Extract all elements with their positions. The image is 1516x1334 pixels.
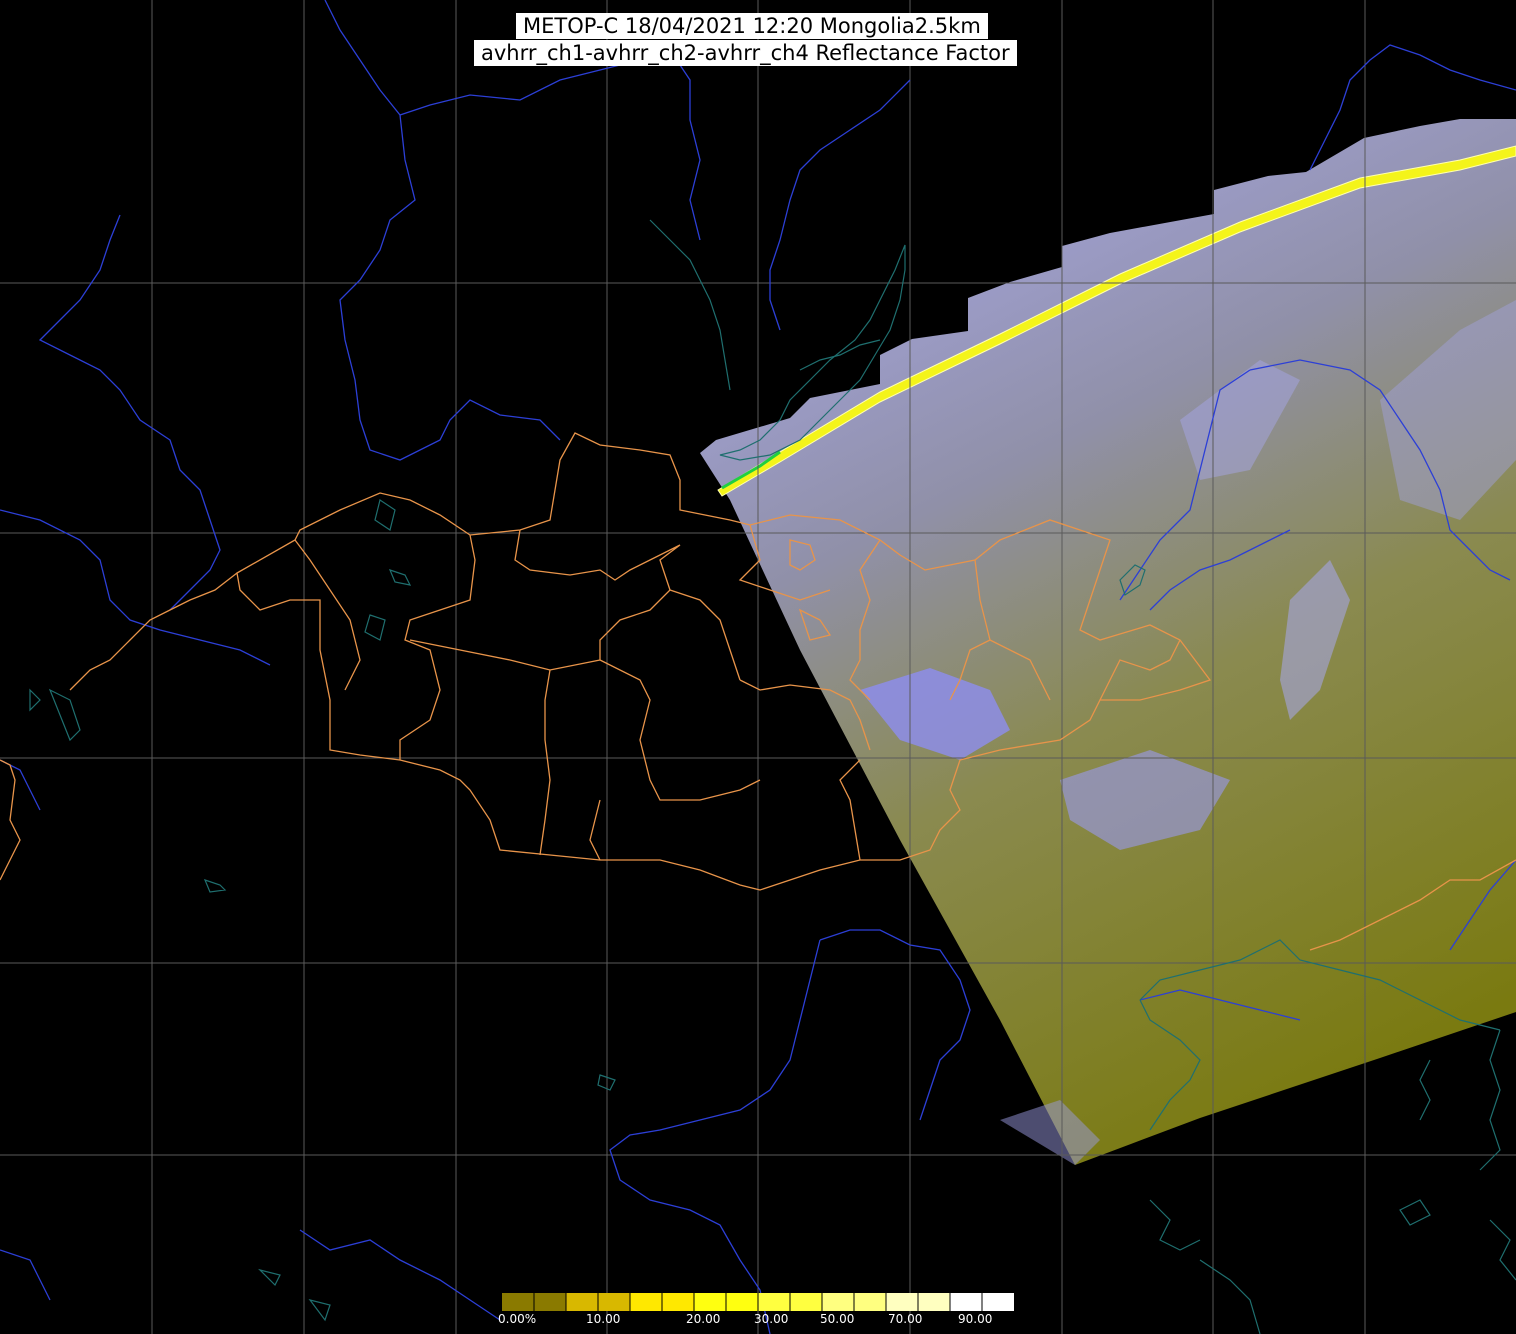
colorbar-label-0: 0.00%	[498, 1312, 537, 1326]
colorbar	[502, 1293, 1014, 1311]
map-title-line1: METOP-C 18/04/2021 12:20 Mongolia2.5km	[516, 13, 988, 39]
colorbar-label-90: 90.00	[958, 1312, 993, 1326]
colorbar-label-30: 30.00	[754, 1312, 789, 1326]
colorbar-label-70: 70.00	[888, 1312, 923, 1326]
colorbar-label-50: 50.00	[820, 1312, 855, 1326]
colorbar-label-10: 10.00	[586, 1312, 621, 1326]
colorbar-label-20: 20.00	[686, 1312, 721, 1326]
satellite-map	[0, 0, 1516, 1334]
map-title-line2: avhrr_ch1-avhrr_ch2-avhrr_ch4 Reflectanc…	[474, 40, 1017, 66]
